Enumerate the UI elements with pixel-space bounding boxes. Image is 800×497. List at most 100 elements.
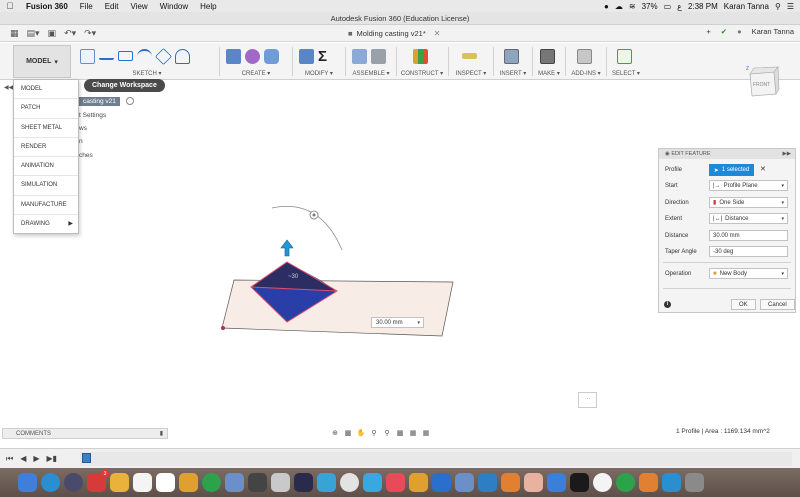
workspace-item-sheet-metal[interactable]: SHEET METAL	[14, 119, 78, 138]
arc-icon[interactable]	[137, 48, 152, 64]
redo-icon[interactable]: ↷▾	[84, 28, 96, 39]
skype-icon[interactable]: ●	[604, 2, 609, 11]
fusion-active-icon[interactable]	[524, 473, 543, 492]
photos-icon[interactable]	[179, 473, 198, 492]
workspace-item-drawing[interactable]: DRAWING ▶	[14, 215, 78, 234]
notification-center-icon[interactable]: ☰	[787, 2, 794, 11]
zoom-window-icon[interactable]: ⚲	[382, 429, 392, 437]
pan-icon[interactable]: ✋	[356, 429, 366, 437]
form-icon[interactable]	[245, 48, 260, 64]
downloads-icon[interactable]	[662, 473, 681, 492]
mail-icon[interactable]	[363, 473, 382, 492]
trash-icon[interactable]	[685, 473, 704, 492]
workspace-item-simulation[interactable]: SIMULATION	[14, 176, 78, 196]
app-store-icon[interactable]: 3	[87, 470, 109, 492]
notes-icon[interactable]	[110, 473, 129, 492]
finder-icon[interactable]	[18, 473, 37, 492]
select-label[interactable]: SELECT ▾	[609, 70, 643, 77]
job-status-icon[interactable]: ✔	[721, 27, 727, 36]
start-select[interactable]: |→ Profile Plane ▾	[709, 180, 788, 191]
clear-selection-icon[interactable]: ✕	[760, 165, 766, 173]
add-ins-label[interactable]: ADD-INS ▾	[568, 70, 604, 77]
menu-view[interactable]: View	[124, 2, 153, 11]
timeline-play-icon[interactable]: ▶	[33, 454, 39, 464]
terminal-dock-icon[interactable]	[570, 473, 589, 492]
user-avatar[interactable]: ●	[737, 27, 742, 36]
measure-icon[interactable]	[462, 53, 477, 59]
line-icon[interactable]	[99, 52, 114, 60]
terminal-icon[interactable]	[248, 473, 267, 492]
orbit-icon[interactable]: ⊕	[330, 429, 340, 437]
chrome-icon[interactable]	[202, 473, 221, 492]
app-user-name[interactable]: Karan Tanna	[752, 27, 794, 36]
new-tab-icon[interactable]: +	[706, 27, 710, 36]
workspace-button[interactable]: MODEL ▾	[13, 45, 71, 78]
music-icon[interactable]	[386, 473, 405, 492]
preview-icon[interactable]	[225, 473, 244, 492]
workspace-item-render[interactable]: RENDER	[14, 138, 78, 158]
books-icon[interactable]	[409, 473, 428, 492]
whatsapp-icon[interactable]	[616, 473, 635, 492]
settings-icon[interactable]	[271, 473, 290, 492]
sigma-icon[interactable]: Σ	[318, 49, 333, 64]
display-settings-icon[interactable]: ▩	[395, 429, 405, 437]
clock[interactable]: 2:38 PM	[688, 2, 718, 11]
timeline-track[interactable]	[80, 452, 792, 466]
inspect-label[interactable]: INSPECT ▾	[451, 70, 491, 77]
menu-file[interactable]: File	[74, 2, 99, 11]
timeline-forward-icon[interactable]: ▶▮	[47, 454, 58, 464]
app-store-blue-icon[interactable]	[432, 473, 451, 492]
create-label[interactable]: CREATE ▾	[222, 70, 290, 77]
direction-select[interactable]: ▮ One Side ▾	[709, 197, 788, 208]
data-panel-icon[interactable]: ▦	[10, 28, 19, 39]
viewcube[interactable]: FRONT Z	[744, 64, 780, 100]
clock-app-icon[interactable]	[593, 473, 612, 492]
grid-icon[interactable]: ▦	[408, 429, 418, 437]
menu-edit[interactable]: Edit	[99, 2, 125, 11]
fusion-dock-icon[interactable]	[501, 473, 520, 492]
launchpad-icon[interactable]	[64, 473, 83, 492]
zoom-icon[interactable]: ⚲	[369, 429, 379, 437]
spotlight-icon[interactable]: ⚲	[775, 2, 781, 11]
mirror-icon[interactable]	[175, 48, 190, 64]
photos-app-icon[interactable]	[340, 473, 359, 492]
polygon-icon[interactable]	[155, 47, 172, 65]
menu-user-name[interactable]: Karan Tanna	[724, 2, 769, 11]
select-icon[interactable]	[617, 48, 632, 64]
keynote-icon[interactable]	[455, 473, 474, 492]
document-tab[interactable]: ■ Molding casting v21* ✕	[340, 27, 448, 41]
timeline-back-icon[interactable]: ◀	[20, 454, 26, 464]
comments-panel[interactable]: COMMENTS ▮	[2, 428, 168, 439]
timeline-step[interactable]	[82, 453, 91, 463]
workspace-item-model[interactable]: MODEL	[14, 80, 78, 100]
navigation-minibox[interactable]: ···	[578, 392, 597, 408]
taper-angle-field[interactable]: -30 deg	[709, 246, 788, 257]
cloud-icon[interactable]: ☁	[615, 2, 623, 11]
assemble-label[interactable]: ASSEMBLE ▾	[348, 70, 394, 77]
undo-icon[interactable]: ↶▾	[64, 28, 76, 39]
rectangle-icon[interactable]	[118, 51, 133, 61]
workspace-item-manufacture[interactable]: MANUFACTURE	[14, 196, 78, 216]
photoshop-icon[interactable]	[294, 473, 313, 492]
cylinder-icon[interactable]	[264, 48, 279, 64]
look-at-icon[interactable]: ▩	[343, 429, 353, 437]
viewports-icon[interactable]: ▦	[421, 429, 431, 437]
file-menu-icon[interactable]: ▤▾	[27, 28, 40, 39]
offset-plane-icon[interactable]	[413, 48, 428, 64]
menu-app-name[interactable]: Fusion 360	[20, 2, 74, 11]
timeline-start-icon[interactable]: ⏮	[6, 454, 13, 464]
workspace-item-animation[interactable]: ANIMATION	[14, 157, 78, 177]
new-component-icon[interactable]	[352, 48, 367, 64]
workspace-item-patch[interactable]: PATCH	[14, 99, 78, 119]
modify-label[interactable]: MODIFY ▾	[295, 70, 343, 77]
editor-icon[interactable]	[639, 473, 658, 492]
extrude-arrow[interactable]	[280, 239, 294, 257]
profile-select-button[interactable]: ➤ 1 selected	[709, 164, 754, 176]
sketch-label[interactable]: SKETCH ▾	[76, 70, 218, 77]
joint-icon[interactable]	[371, 48, 386, 64]
safari-icon[interactable]	[41, 473, 60, 492]
add-comment-icon[interactable]: ▮	[160, 429, 163, 439]
press-pull-icon[interactable]	[299, 48, 314, 64]
xcode-icon[interactable]	[547, 473, 566, 492]
menu-window[interactable]: Window	[154, 2, 194, 11]
